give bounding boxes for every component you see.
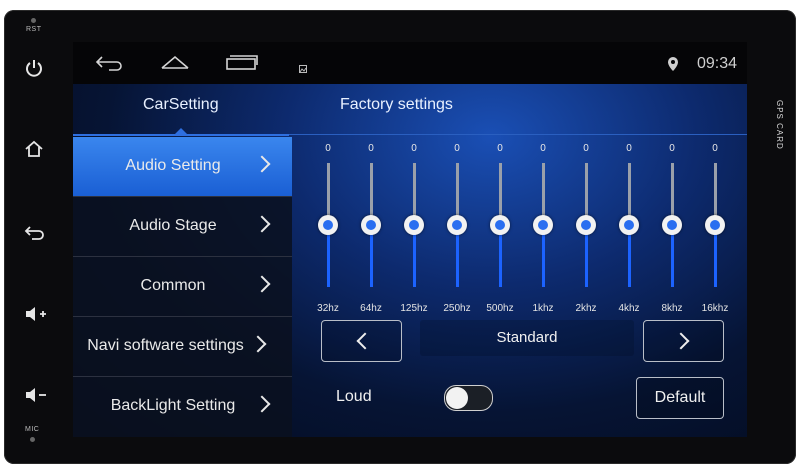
tab-factory-settings[interactable]: Factory settings: [340, 96, 453, 114]
eq-slider-knob[interactable]: [662, 215, 682, 235]
active-tab-underline: [73, 134, 289, 136]
loud-toggle[interactable]: [444, 385, 493, 411]
preset-name: Standard: [496, 329, 558, 346]
status-bar: 09:34: [73, 42, 747, 84]
mic-label: MIC: [25, 426, 40, 433]
eq-slider-knob[interactable]: [361, 215, 381, 235]
preset-next-button[interactable]: [643, 320, 724, 362]
eq-band-frequency: 500hz: [486, 303, 514, 314]
eq-band-value: 0: [411, 143, 417, 154]
chevron-right-icon: [672, 332, 690, 350]
eq-slider-knob[interactable]: [318, 215, 338, 235]
eq-band-value: 0: [368, 143, 374, 154]
eq-slider-knob[interactable]: [533, 215, 553, 235]
nav-home-icon[interactable]: [160, 54, 190, 75]
menu-item-navi-software-settings[interactable]: Navi software settings: [73, 317, 292, 377]
eq-band-frequency: 32hz: [317, 303, 339, 314]
toggle-knob: [446, 387, 468, 409]
eq-slider-knob[interactable]: [404, 215, 424, 235]
eq-band-frequency: 64hz: [360, 303, 382, 314]
eq-slider-knob[interactable]: [619, 215, 639, 235]
eq-band-frequency: 4khz: [618, 303, 640, 314]
eq-band-value: 0: [497, 143, 503, 154]
status-clock: 09:34: [696, 55, 737, 72]
eq-band-value: 0: [325, 143, 331, 154]
eq-band-value: 0: [626, 143, 632, 154]
menu-item-label: Navi software settings: [87, 337, 244, 354]
gps-card-label: GPS CARD: [775, 100, 784, 150]
default-button[interactable]: Default: [636, 377, 724, 419]
menu-item-audio-setting[interactable]: Audio Setting: [73, 137, 292, 197]
menu-item-audio-stage[interactable]: Audio Stage: [73, 197, 292, 257]
eq-band-frequency: 1khz: [532, 303, 554, 314]
head-unit-frame: RST MIC GPS CARD 09:34 CarSetting Factor…: [4, 10, 796, 464]
default-button-label: Default: [654, 389, 706, 406]
equalizer: 0 32hz 0 64hz 0 125hz 0 250hz 0 500hz 0 1khz 0 2khz 0 4…: [292, 137, 747, 314]
eq-band-frequency: 125hz: [400, 303, 428, 314]
eq-band-value: 0: [669, 143, 675, 154]
menu-item-label: BackLight Setting: [110, 397, 236, 414]
settings-menu: Audio Setting Audio Stage Common Navi so…: [73, 137, 292, 437]
eq-band-frequency: 8khz: [661, 303, 683, 314]
tab-divider: [289, 134, 747, 135]
volume-up-icon[interactable]: [24, 305, 48, 328]
location-icon: [667, 56, 679, 77]
power-icon[interactable]: [24, 58, 44, 83]
menu-item-backlight-setting[interactable]: BackLight Setting: [73, 377, 292, 436]
eq-slider-knob[interactable]: [576, 215, 596, 235]
menu-item-label: Audio Stage: [129, 217, 217, 234]
settings-content: CarSetting Factory settings Audio Settin…: [73, 84, 747, 437]
eq-band-frequency: 250hz: [443, 303, 471, 314]
tab-carsetting[interactable]: CarSetting: [143, 96, 219, 114]
home-icon[interactable]: [24, 140, 44, 163]
eq-band-value: 0: [454, 143, 460, 154]
menu-item-label: Audio Setting: [125, 157, 221, 174]
eq-slider-knob[interactable]: [490, 215, 510, 235]
eq-band-frequency: 16khz: [701, 303, 729, 314]
image-icon: [299, 60, 307, 78]
eq-band-value: 0: [712, 143, 718, 154]
nav-recent-apps-icon[interactable]: [225, 53, 259, 76]
tab-bar: CarSetting Factory settings: [73, 84, 747, 138]
menu-item-label: Common: [140, 277, 206, 294]
mic-hole: [30, 437, 35, 442]
volume-down-icon[interactable]: [24, 386, 48, 409]
menu-item-common[interactable]: Common: [73, 257, 292, 317]
eq-band-value: 0: [583, 143, 589, 154]
loud-label: Loud: [336, 388, 372, 405]
preset-prev-button[interactable]: [321, 320, 402, 362]
rst-label: RST: [26, 26, 42, 33]
chevron-left-icon: [356, 332, 374, 350]
screen: 09:34 CarSetting Factory settings Audio …: [73, 42, 747, 437]
eq-slider-knob[interactable]: [705, 215, 725, 235]
eq-band-value: 0: [540, 143, 546, 154]
preset-display: Standard: [420, 320, 634, 356]
eq-band-frequency: 2khz: [575, 303, 597, 314]
eq-slider-knob[interactable]: [447, 215, 467, 235]
back-icon[interactable]: [24, 224, 46, 245]
rst-hole[interactable]: [31, 18, 36, 23]
nav-back-icon[interactable]: [95, 55, 123, 76]
